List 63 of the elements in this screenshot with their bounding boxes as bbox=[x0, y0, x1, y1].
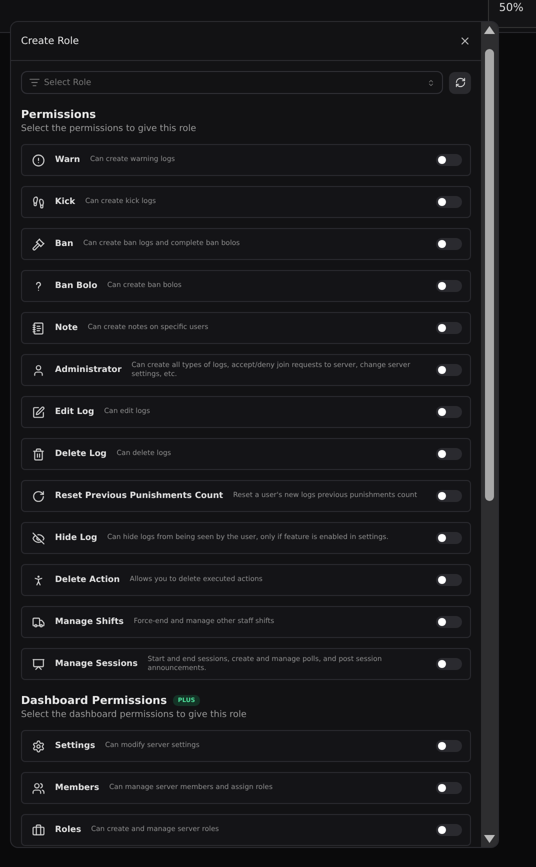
permission-toggle[interactable] bbox=[436, 616, 462, 628]
truck-icon bbox=[32, 616, 45, 628]
permission-name: Delete Action bbox=[55, 575, 120, 585]
permission-toggle[interactable] bbox=[436, 238, 462, 250]
edit-icon bbox=[32, 406, 45, 418]
eye-off-icon bbox=[32, 532, 45, 544]
permission-toggle[interactable] bbox=[436, 448, 462, 460]
permission-toggle[interactable] bbox=[436, 490, 462, 502]
permission-name: Ban Bolo bbox=[55, 281, 98, 291]
permission-name: Reset Previous Punishments Count bbox=[55, 491, 224, 501]
notebook-icon bbox=[32, 322, 45, 334]
permission-name: Roles bbox=[55, 825, 82, 835]
permission-name: Kick bbox=[55, 197, 76, 207]
chevrons-icon bbox=[427, 78, 435, 86]
scroll-down-icon[interactable] bbox=[484, 835, 495, 843]
permission-toggle[interactable] bbox=[436, 154, 462, 166]
permission-name: Administrator bbox=[55, 365, 122, 375]
percentage-text: 50% bbox=[499, 1, 524, 14]
rotate-icon bbox=[32, 490, 45, 502]
refresh-icon bbox=[454, 77, 466, 88]
permission-name: Warn bbox=[55, 155, 80, 165]
close-button[interactable] bbox=[459, 35, 471, 47]
scroll-up-icon[interactable] bbox=[484, 26, 495, 34]
section-subtitle: Select the permissions to give this role bbox=[21, 124, 198, 134]
section-title: Dashboard Permissions bbox=[21, 694, 167, 707]
permission-name: Manage Sessions bbox=[55, 659, 138, 669]
permission-toggle[interactable] bbox=[436, 532, 462, 544]
gavel-icon bbox=[32, 238, 45, 250]
refresh-button[interactable] bbox=[449, 72, 471, 94]
users-icon bbox=[32, 782, 45, 794]
settings-icon bbox=[32, 740, 45, 752]
permission-toggle[interactable] bbox=[436, 406, 462, 418]
briefcase-icon bbox=[32, 824, 45, 836]
presentation-icon bbox=[32, 658, 45, 670]
permission-name: Note bbox=[55, 323, 78, 333]
permission-toggle[interactable] bbox=[436, 280, 462, 292]
alert-circle-icon bbox=[32, 154, 45, 166]
select-placeholder: Select Role bbox=[44, 78, 92, 88]
permission-name: Ban bbox=[55, 239, 74, 249]
permission-name: Manage Shifts bbox=[55, 617, 124, 627]
permission-toggle[interactable] bbox=[436, 782, 462, 794]
scroll-thumb[interactable] bbox=[485, 48, 494, 500]
section-subtitle: Select the dashboard permissions to give this role bbox=[21, 710, 248, 720]
dialog-title: Create Role bbox=[21, 36, 79, 46]
permission-toggle[interactable] bbox=[436, 196, 462, 208]
permission-name: Edit Log bbox=[55, 407, 94, 417]
permission-toggle[interactable] bbox=[436, 740, 462, 752]
section-title: Permissions bbox=[21, 108, 96, 121]
role-select[interactable]: Select Role bbox=[21, 71, 443, 94]
scrollbar[interactable] bbox=[481, 22, 498, 847]
permission-toggle[interactable] bbox=[436, 658, 462, 670]
permission-name: Hide Log bbox=[55, 533, 98, 543]
permission-toggle[interactable] bbox=[436, 824, 462, 836]
permission-name: Settings bbox=[55, 741, 96, 751]
permission-toggle[interactable] bbox=[436, 574, 462, 586]
permission-toggle[interactable] bbox=[436, 322, 462, 334]
list-icon bbox=[29, 77, 40, 88]
trash-icon bbox=[32, 448, 45, 460]
user-icon bbox=[32, 364, 45, 376]
permission-name: Delete Log bbox=[55, 449, 107, 459]
permission-name: Members bbox=[55, 783, 100, 793]
close-icon bbox=[459, 35, 471, 47]
permission-toggle[interactable] bbox=[436, 364, 462, 376]
